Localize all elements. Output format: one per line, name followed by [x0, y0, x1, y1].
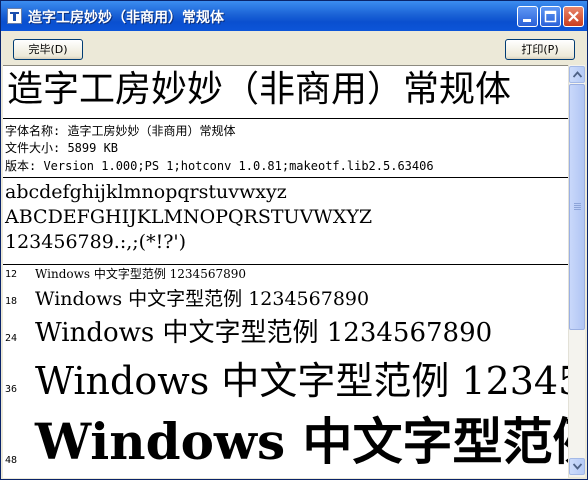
uppercase-sample: ABCDEFGHIJKLMNOPQRSTUVWXYZ [5, 206, 373, 228]
toolbar: 完毕(D) 打印(P) [1, 31, 587, 65]
file-size-info: 文件大小: 5899 KB [5, 141, 119, 155]
font-name-info: 字体名称: 造字工房妙妙（非商用）常规体 [5, 124, 236, 138]
lowercase-sample: abcdefghijklmnopqrstuvwxyz [5, 181, 287, 203]
size-sample-18: Windows 中文字型范例 1234567890 [35, 288, 370, 310]
minimize-icon [523, 19, 531, 22]
divider [3, 118, 568, 119]
window-title: 造字工房妙妙（非商用）常规体 [28, 10, 224, 26]
maximize-button[interactable] [540, 6, 561, 27]
scroll-down-button[interactable] [569, 458, 585, 475]
done-button[interactable]: 完毕(D) [13, 39, 83, 60]
arrow-up-icon [573, 71, 582, 78]
font-preview-area: 造字工房妙妙（非商用）常规体 字体名称: 造字工房妙妙（非商用）常规体 文件大小… [3, 65, 568, 478]
vertical-scrollbar[interactable] [568, 65, 585, 477]
size-sample-24: Windows 中文字型范例 1234567890 [35, 318, 493, 348]
size-label: 48 [5, 455, 18, 466]
size-sample-12: Windows 中文字型范例 1234567890 [35, 267, 247, 281]
font-name-heading: 造字工房妙妙（非商用）常规体 [7, 69, 512, 110]
maximize-icon [544, 10, 557, 23]
font-viewer-window: 造字工房妙妙（非商用）常规体 完毕(D) 打印(P) 造字工房妙妙（非商用）常规… [0, 0, 588, 480]
print-button[interactable]: 打印(P) [505, 39, 575, 60]
size-label: 12 [5, 269, 18, 280]
size-label: 24 [5, 333, 18, 344]
size-label: 18 [5, 296, 18, 307]
title-bar[interactable]: 造字工房妙妙（非商用）常规体 [1, 1, 587, 31]
size-sample-48: Windows 中文字型范例 1234567890 [35, 412, 568, 471]
font-file-icon [7, 8, 22, 24]
minimize-button[interactable] [517, 6, 538, 27]
version-info: 版本: Version 1.000;PS 1;hotconv 1.0.81;ma… [5, 159, 434, 173]
divider [3, 264, 568, 265]
scroll-up-button[interactable] [569, 66, 585, 83]
close-icon [568, 11, 579, 22]
size-sample-36: Windows 中文字型范例 1234567890 [35, 359, 568, 403]
size-label: 36 [5, 384, 18, 395]
divider [3, 177, 568, 178]
arrow-down-icon [573, 463, 582, 470]
scroll-thumb[interactable] [569, 84, 585, 330]
digits-sample: 123456789.:,;(*!?') [5, 231, 187, 253]
close-button[interactable] [563, 6, 584, 27]
